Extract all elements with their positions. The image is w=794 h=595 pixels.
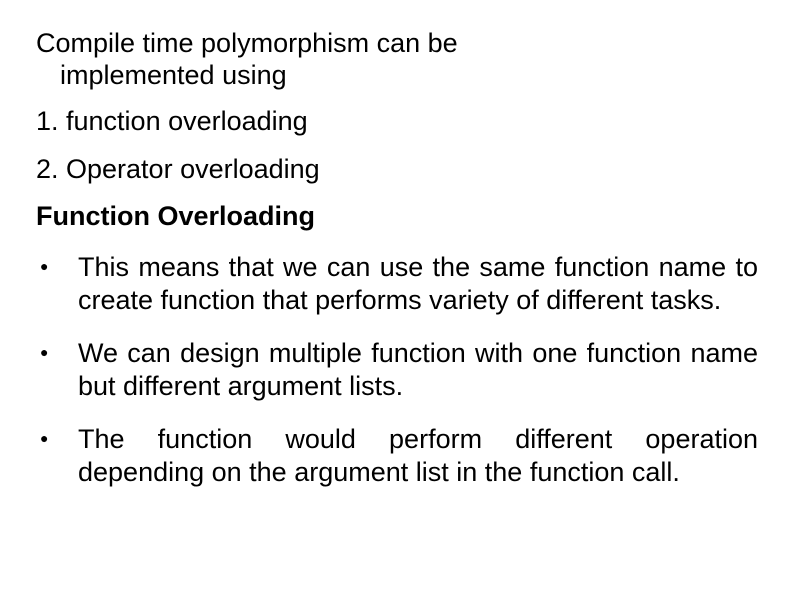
bullet-icon: ● (36, 423, 78, 453)
section-heading: Function Overloading (36, 201, 758, 233)
numbered-item-2: 2. Operator overloading (36, 154, 758, 186)
bullet-icon: ● (36, 251, 78, 281)
list-item: ● This means that we can use the same fu… (36, 251, 758, 317)
bullet-text: We can design multiple function with one… (78, 337, 758, 403)
bullet-text: This means that we can use the same func… (78, 251, 758, 317)
bullet-icon: ● (36, 337, 78, 367)
slide-title: Compile time polymorphism can be impleme… (36, 28, 758, 92)
numbered-item-1: 1. function overloading (36, 106, 758, 138)
list-item: ● We can design multiple function with o… (36, 337, 758, 403)
slide-content: Compile time polymorphism can be impleme… (0, 0, 794, 595)
title-line-1: Compile time polymorphism can be (36, 28, 758, 60)
title-line-2: implemented using (36, 60, 758, 92)
bullet-text: The function would perform different ope… (78, 423, 758, 489)
list-item: ● The function would perform different o… (36, 423, 758, 489)
bullet-list: ● This means that we can use the same fu… (36, 251, 758, 489)
